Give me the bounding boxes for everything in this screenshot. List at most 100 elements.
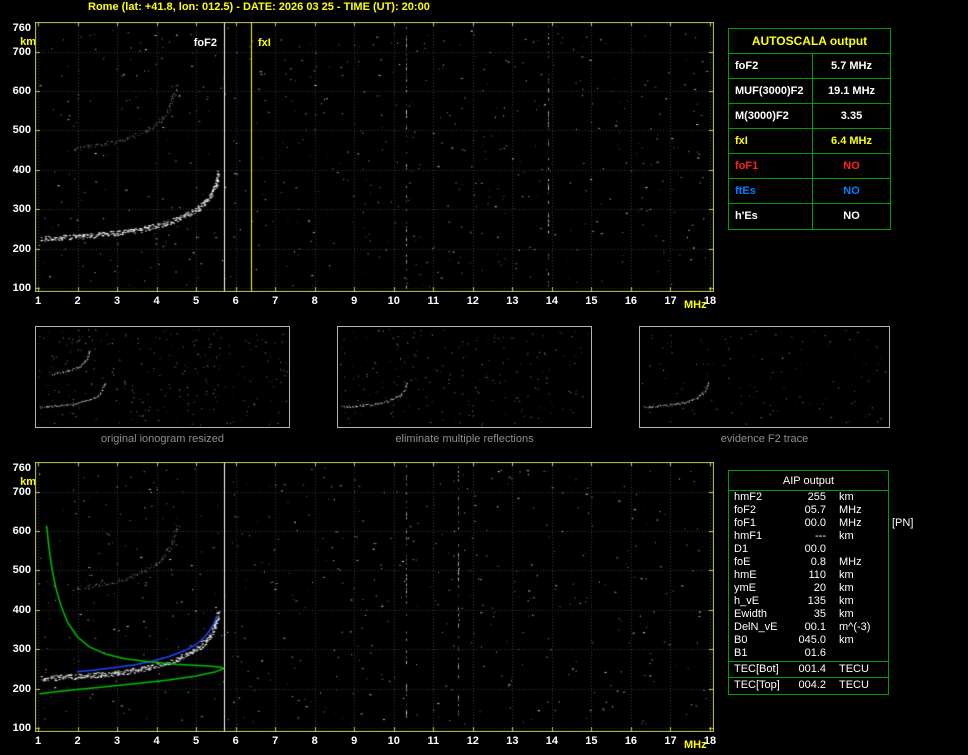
param-unit: km	[839, 491, 854, 503]
x-tick-label: 17	[664, 295, 677, 307]
aip-row-hmE: hmE 110 km	[729, 569, 888, 582]
param-value: 35	[813, 608, 826, 620]
param-value: 004.2	[798, 679, 826, 691]
aip-output-table: AIP output hmF2 255 km foF2 05.7 MHz foF…	[728, 470, 913, 695]
param-value: 01.6	[804, 647, 826, 659]
x-tick-label: 14	[545, 295, 558, 307]
param-value: 255	[807, 491, 826, 503]
aip-row-D1: D1 00.0	[729, 543, 888, 556]
x-tick-label: 13	[506, 295, 519, 307]
y-axis-unit-label: km	[20, 476, 36, 488]
aip-row-B0: B0 045.0 km	[729, 634, 888, 647]
autoscala-table-header: AUTOSCALA output	[729, 29, 890, 54]
table-row-ftEs: ftEs NO	[729, 179, 890, 204]
x-tick-label: 2	[74, 295, 81, 307]
aip-row-hmF2: hmF2 255 km	[729, 491, 888, 504]
aip-row-tec-top: TEC[Top] 004.2 TECU	[729, 679, 888, 692]
aip-row-ymE: ymE 20 km	[729, 582, 888, 595]
x-axis-unit-label: MHz	[684, 299, 707, 311]
param-name: foF1	[734, 517, 757, 529]
y-tick-label: 300	[12, 643, 31, 656]
table-row-m3000f2: M(3000)F2 3.35	[729, 104, 890, 129]
x-tick-label: 13	[506, 735, 519, 747]
caption-original-ionogram: original ionogram resized	[101, 433, 224, 445]
x-tick-label: 4	[153, 735, 160, 747]
y-tick-label: 300	[12, 203, 31, 216]
x-tick-label: 15	[585, 295, 598, 307]
x-tick-label: 11	[427, 295, 440, 307]
y-tick-label: 100	[12, 282, 31, 294]
param-value: 5.7 MHz	[831, 60, 872, 72]
param-unit	[826, 543, 839, 556]
x-tick-label: 16	[624, 735, 638, 747]
param-label: MUF(3000)F2	[729, 79, 813, 103]
x-tick-label: 14	[545, 735, 558, 747]
tec-divider-bottom	[729, 677, 888, 678]
param-label: foF2	[729, 54, 813, 78]
param-label: ftEs	[729, 179, 813, 203]
x-axis-unit-label: MHz	[684, 739, 707, 751]
x-tick-label: 6	[232, 735, 239, 747]
param-value: 20	[813, 582, 826, 594]
table-row-foF2: foF2 5.7 MHz	[729, 54, 890, 79]
x-tick-label: 5	[193, 295, 200, 307]
param-value: 001.4	[798, 663, 826, 675]
param-value: NO	[843, 210, 860, 222]
param-name: Ewidth	[734, 608, 768, 620]
eliminate-reflections-thumbnail	[338, 327, 591, 427]
x-tick-label: 3	[113, 735, 121, 747]
param-label: h'Es	[729, 204, 813, 229]
pn-flag: [PN]	[892, 517, 914, 529]
panel-eliminate-reflections	[337, 326, 592, 428]
original-ionogram-thumbnail	[36, 327, 289, 427]
param-name: B0	[734, 634, 748, 646]
tec-divider-top	[729, 661, 888, 662]
x-tick-label: 12	[466, 295, 479, 307]
param-unit: m^(-3)	[839, 621, 871, 633]
param-name: foF2	[734, 504, 757, 516]
x-tick-label: 10	[387, 295, 400, 307]
y-axis-unit-label: km	[20, 36, 36, 48]
table-row-hEs: h'Es NO	[729, 204, 890, 229]
table-row-fxI: fxI 6.4 MHz	[729, 129, 890, 154]
aip-row-h_vE: h_vE 135 km	[729, 595, 888, 608]
x-tick-label: 9	[351, 735, 358, 747]
param-unit: km	[839, 595, 854, 607]
param-name: B1	[734, 647, 748, 659]
panel-original-ionogram	[35, 326, 290, 428]
x-tick-label: 17	[664, 735, 677, 747]
param-name: D1	[734, 543, 749, 555]
x-tick-label: 1	[34, 735, 42, 747]
autoscala-window: Rome (lat: +41.8, lon: 012.5) - DATE: 20…	[0, 0, 968, 755]
param-label: M(3000)F2	[729, 104, 813, 128]
aip-row-hmF1: hmF1 --- km	[729, 530, 888, 543]
aip-row-DelN_vE: DelN_vE 00.1 m^(-3)	[729, 621, 888, 634]
caption-eliminate-reflections: eliminate multiple reflections	[395, 433, 534, 445]
param-name: TEC[Bot]	[734, 663, 779, 675]
param-unit: TECU	[839, 679, 869, 691]
param-unit: MHz	[839, 556, 862, 568]
x-tick-label: 18	[703, 735, 717, 747]
x-tick-label: 3	[113, 295, 121, 307]
param-name: DelN_vE	[734, 621, 778, 633]
param-name: hmF1	[734, 530, 763, 542]
y-tick-label: 600	[12, 85, 31, 98]
param-unit: km	[839, 569, 854, 581]
x-tick-label: 1	[34, 295, 42, 307]
x-tick-label: 8	[311, 295, 318, 307]
y-tick-label: 400	[12, 603, 31, 616]
foF2-marker-label: foF2	[175, 37, 219, 49]
aip-row-tec-bot: TEC[Bot] 001.4 TECU	[729, 663, 888, 676]
aip-row-Ewidth: Ewidth 35 km	[729, 608, 888, 621]
x-tick-label: 8	[311, 735, 318, 747]
x-tick-label: 7	[272, 735, 279, 747]
param-value: 00.0	[804, 517, 826, 529]
aip-row-B1: B1 01.6	[729, 647, 888, 660]
x-tick-label: 11	[427, 735, 440, 747]
param-name: hmF2	[734, 491, 763, 503]
x-tick-label: 15	[585, 735, 598, 747]
fxI-marker-label: fxI	[256, 37, 273, 49]
param-value: 6.4 MHz	[831, 135, 872, 147]
window-title: Rome (lat: +41.8, lon: 012.5) - DATE: 20…	[88, 1, 430, 13]
param-unit: MHz	[839, 517, 862, 529]
